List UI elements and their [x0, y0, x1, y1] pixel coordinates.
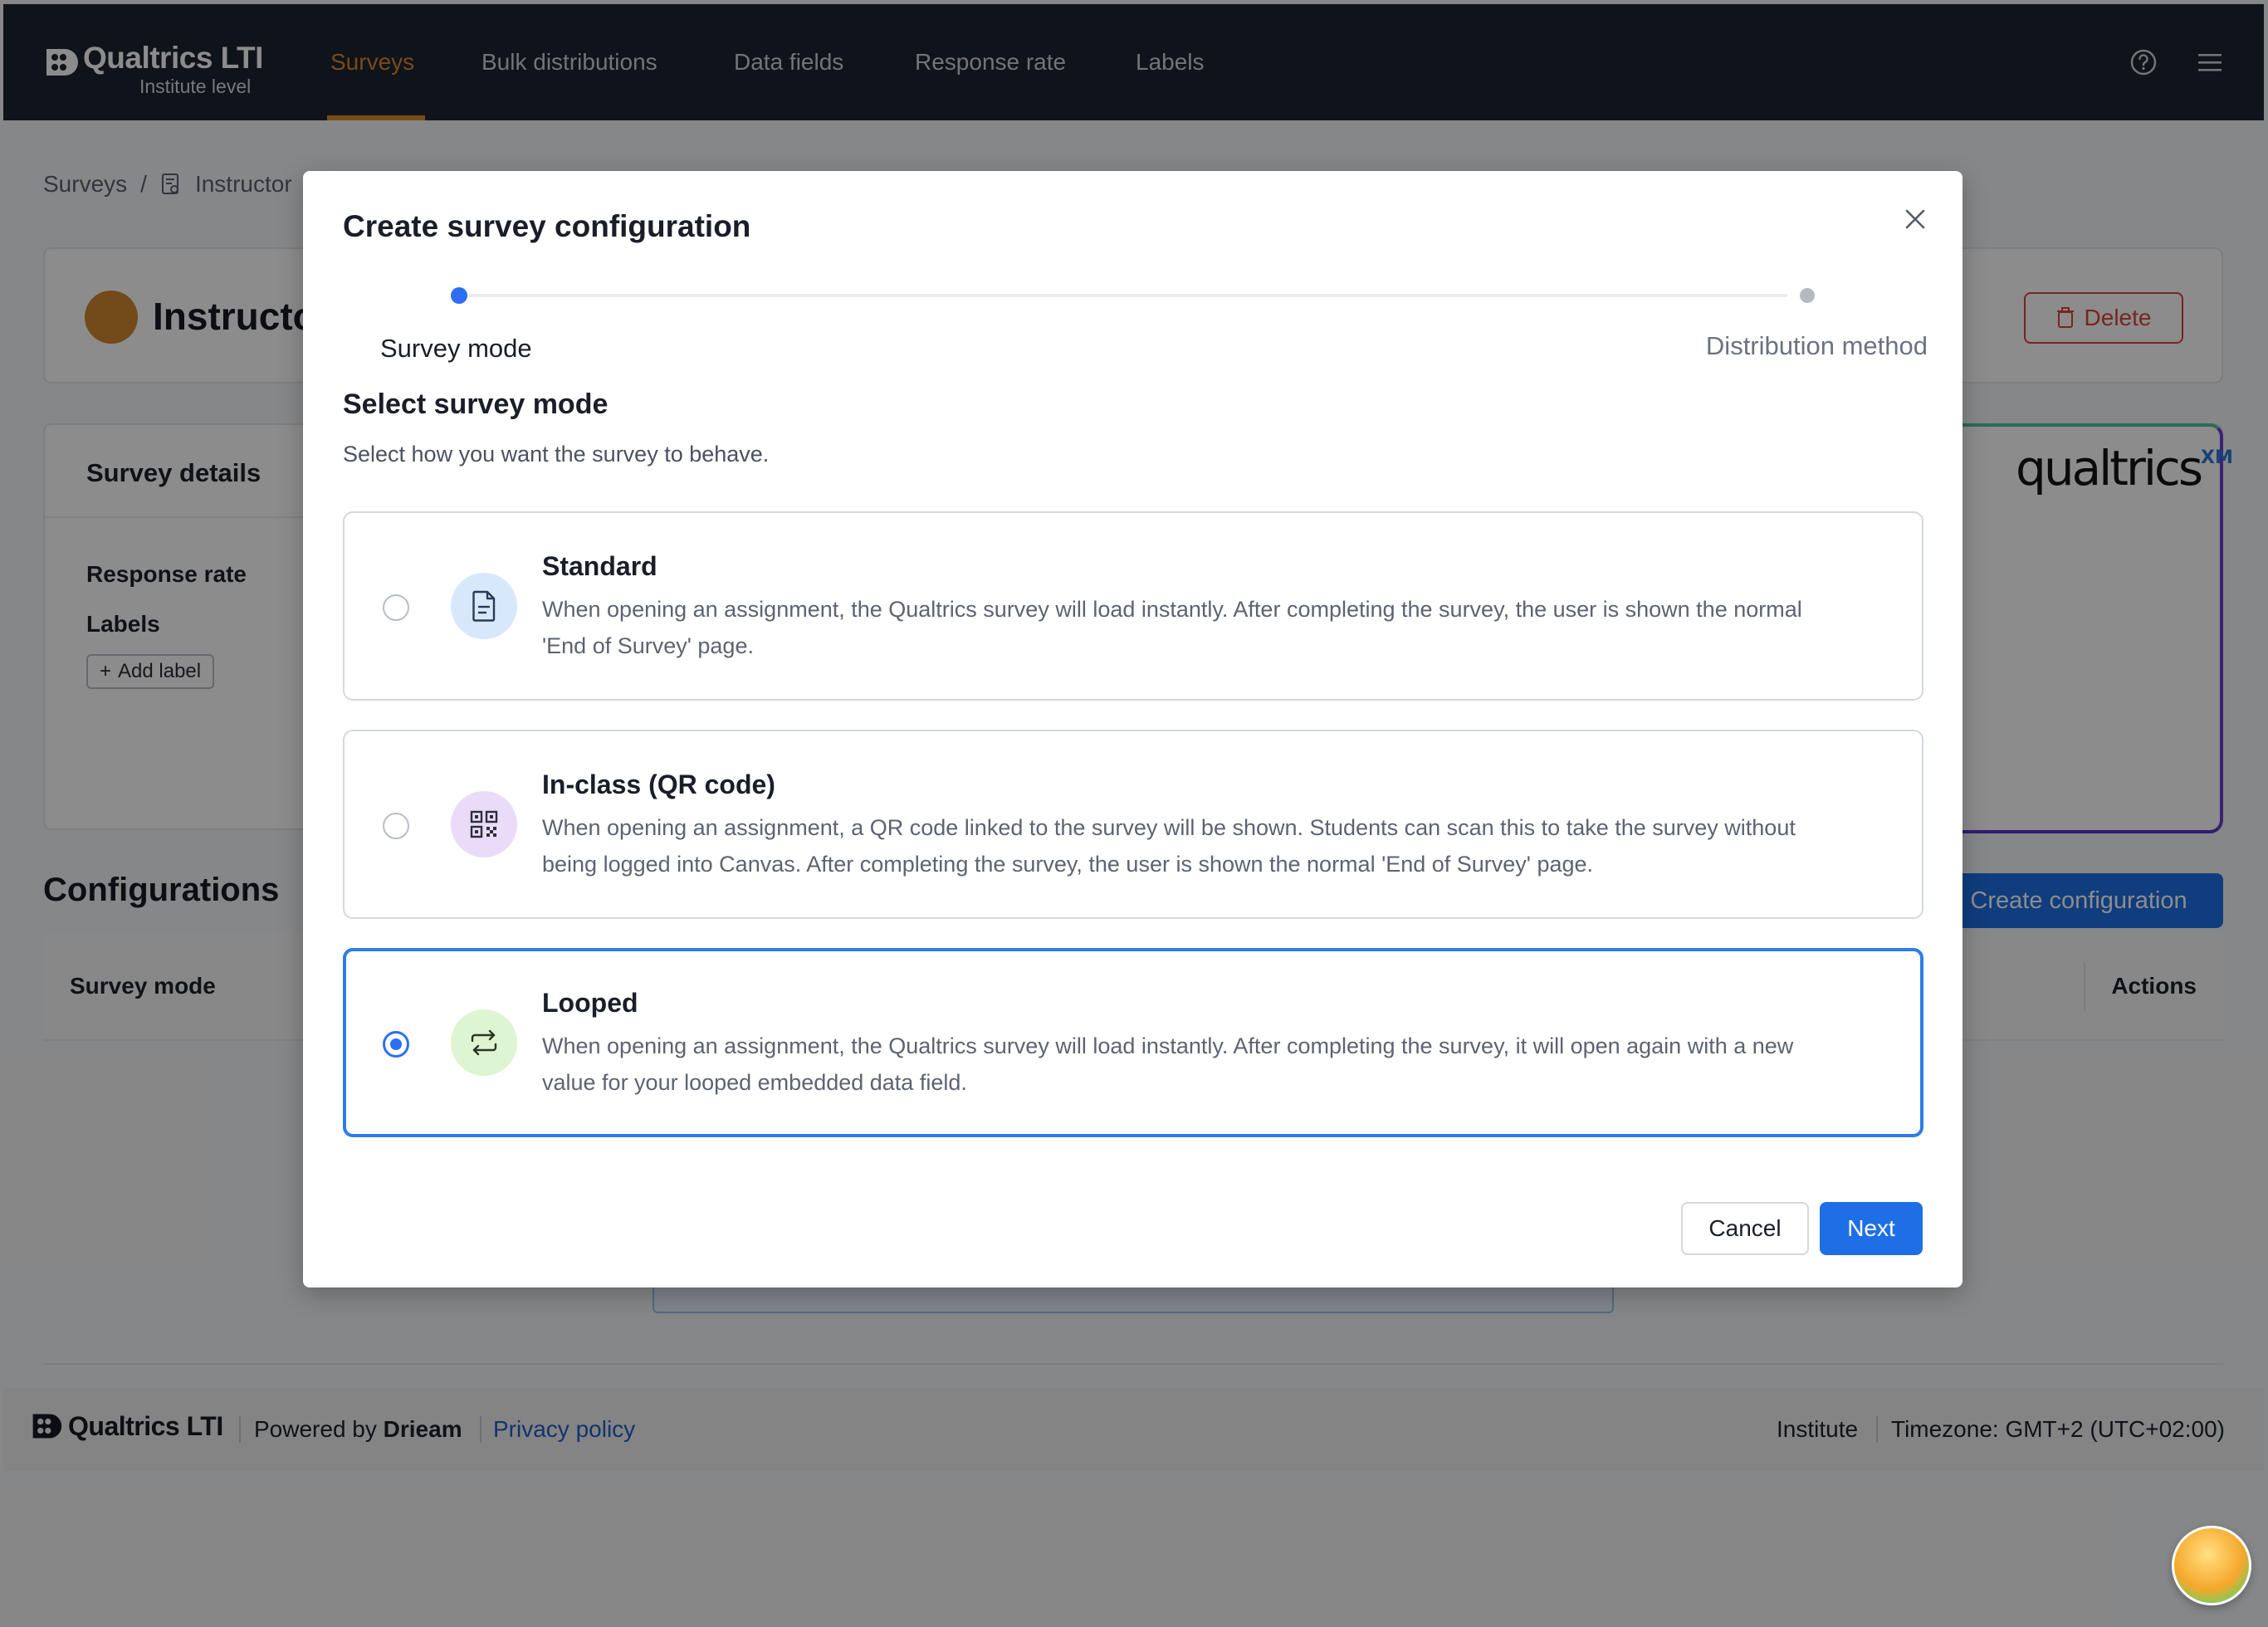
- close-icon[interactable]: [1899, 203, 1932, 236]
- modal-title: Create survey configuration: [343, 209, 751, 243]
- step-dot-survey-mode: [451, 287, 467, 304]
- option-title: In-class (QR code): [542, 770, 775, 799]
- qr-code-icon: [451, 791, 517, 857]
- radio-looped[interactable]: [383, 1031, 409, 1058]
- stepper-track: [459, 294, 1787, 297]
- document-icon: [451, 573, 517, 639]
- survey-mode-option-in-class-qr[interactable]: In-class (QR code) When opening an assig…: [343, 730, 1923, 919]
- option-description: When opening an assignment, the Qualtric…: [542, 597, 1802, 658]
- create-survey-configuration-modal: Create survey configuration Survey mode …: [303, 171, 1963, 1287]
- section-subtitle: Select how you want the survey to behave…: [343, 442, 770, 467]
- option-title: Looped: [542, 988, 638, 1018]
- radio-standard[interactable]: [383, 594, 409, 621]
- section-title: Select survey mode: [343, 388, 609, 420]
- radio-in-class-qr[interactable]: [383, 813, 409, 839]
- next-button[interactable]: Next: [1820, 1202, 1923, 1255]
- step-label-survey-mode: Survey mode: [380, 334, 532, 363]
- repeat-icon: [451, 1009, 517, 1076]
- assistant-avatar-icon[interactable]: [2172, 1526, 2251, 1605]
- option-description: When opening an assignment, a QR code li…: [542, 815, 1796, 877]
- option-description: When opening an assignment, the Qualtric…: [542, 1033, 1794, 1095]
- step-label-distribution-method: Distribution method: [1705, 331, 1928, 360]
- survey-mode-option-looped[interactable]: Looped When opening an assignment, the Q…: [343, 948, 1923, 1137]
- step-dot-distribution-method: [1800, 288, 1815, 303]
- survey-mode-option-standard[interactable]: Standard When opening an assignment, the…: [343, 511, 1923, 701]
- cancel-button[interactable]: Cancel: [1681, 1202, 1809, 1255]
- option-title: Standard: [542, 551, 657, 581]
